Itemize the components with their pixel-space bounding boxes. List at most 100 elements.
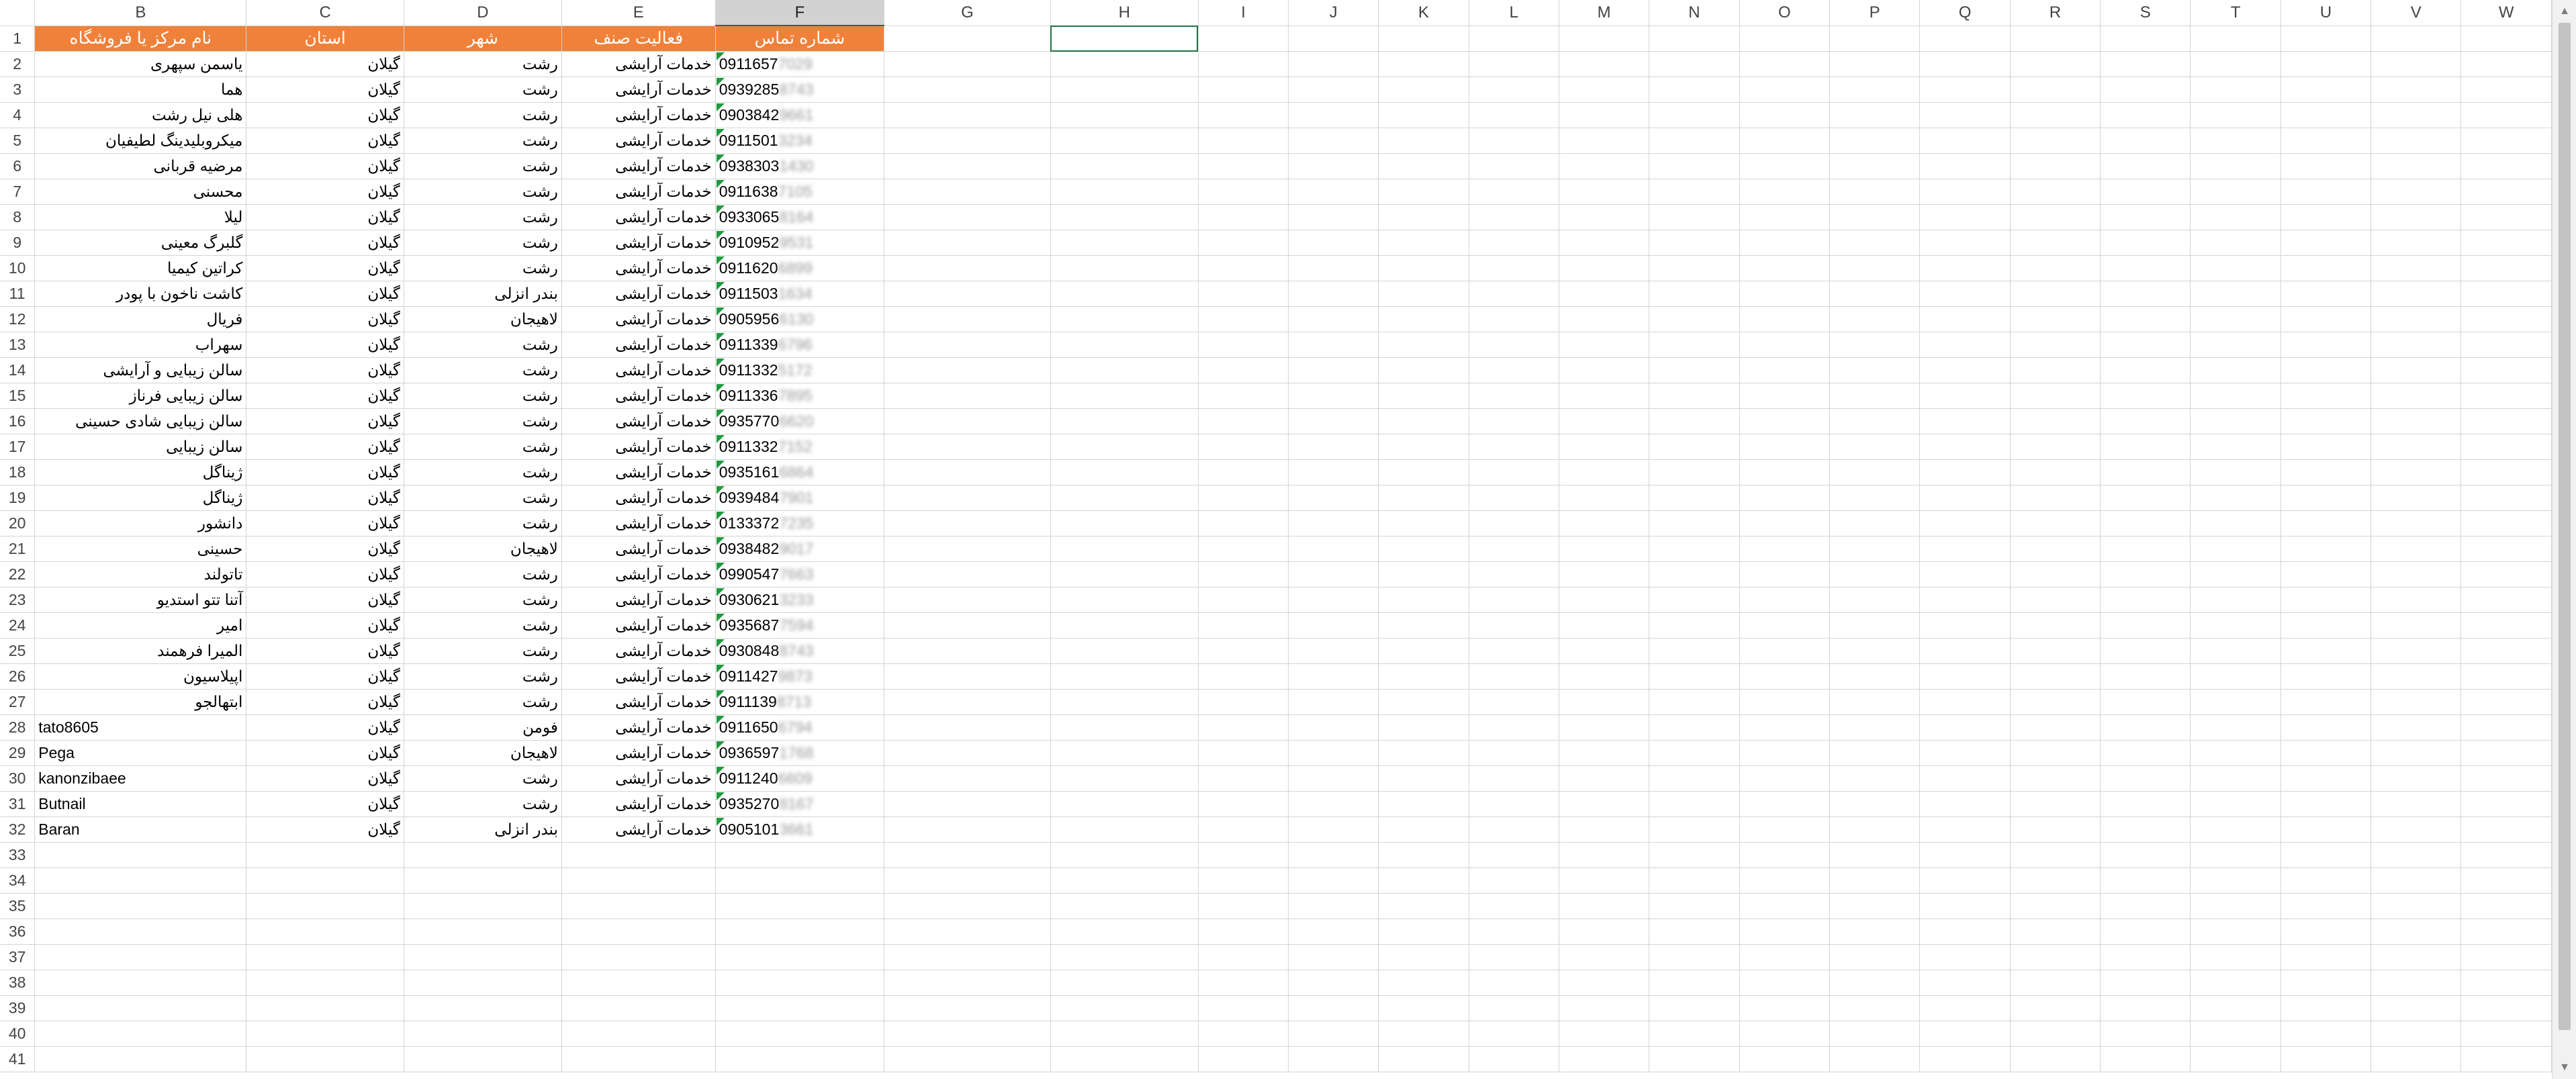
row-header[interactable]: 10 bbox=[0, 255, 36, 281]
empty-cell[interactable] bbox=[2460, 383, 2552, 409]
province-cell[interactable]: گیلان bbox=[246, 408, 404, 434]
empty-cell[interactable] bbox=[246, 1046, 404, 1072]
empty-cell[interactable] bbox=[2281, 791, 2372, 817]
empty-cell[interactable] bbox=[2190, 663, 2281, 690]
empty-cell[interactable] bbox=[2010, 179, 2101, 205]
empty-cell[interactable] bbox=[1739, 587, 1831, 613]
empty-cell[interactable] bbox=[2190, 306, 2281, 332]
empty-cell[interactable] bbox=[1288, 714, 1379, 741]
activity-cell[interactable]: خدمات آرایشی bbox=[561, 128, 716, 154]
empty-cell[interactable] bbox=[2190, 383, 2281, 409]
empty-cell[interactable] bbox=[1559, 332, 1650, 358]
city-cell[interactable]: رشت bbox=[404, 128, 562, 154]
column-header-r[interactable]: R bbox=[2010, 0, 2101, 26]
empty-cell[interactable] bbox=[1198, 842, 1289, 868]
empty-cell[interactable] bbox=[1919, 459, 2011, 485]
empty-cell[interactable] bbox=[34, 893, 247, 919]
column-header-g[interactable]: G bbox=[884, 0, 1051, 26]
empty-cell[interactable] bbox=[2100, 1021, 2191, 1047]
activity-cell[interactable]: خدمات آرایشی bbox=[561, 51, 716, 77]
empty-cell[interactable] bbox=[1378, 153, 1469, 179]
empty-cell[interactable] bbox=[2281, 179, 2372, 205]
empty-cell[interactable] bbox=[1288, 459, 1379, 485]
header-cell[interactable]: شماره تماس bbox=[715, 26, 885, 52]
name-cell[interactable]: kanonzibaee bbox=[34, 765, 247, 792]
empty-cell[interactable] bbox=[34, 919, 247, 945]
empty-cell[interactable] bbox=[1198, 408, 1289, 434]
empty-cell[interactable] bbox=[1050, 102, 1199, 128]
empty-cell[interactable] bbox=[2281, 842, 2372, 868]
empty-cell[interactable] bbox=[1559, 383, 1650, 409]
empty-cell[interactable] bbox=[2190, 128, 2281, 154]
empty-cell[interactable] bbox=[1050, 842, 1199, 868]
empty-cell[interactable] bbox=[1739, 383, 1831, 409]
empty-cell[interactable] bbox=[2190, 230, 2281, 256]
province-cell[interactable]: گیلان bbox=[246, 740, 404, 766]
empty-cell[interactable] bbox=[1198, 791, 1289, 817]
empty-cell[interactable] bbox=[2371, 714, 2462, 741]
empty-cell[interactable] bbox=[1469, 77, 1559, 103]
empty-cell[interactable] bbox=[884, 128, 1051, 154]
empty-cell[interactable] bbox=[1378, 128, 1469, 154]
empty-cell[interactable] bbox=[1829, 102, 1921, 128]
empty-cell[interactable] bbox=[1919, 51, 2011, 77]
empty-cell[interactable] bbox=[1919, 944, 2011, 970]
empty-cell[interactable] bbox=[1469, 561, 1559, 588]
activity-cell[interactable]: خدمات آرایشی bbox=[561, 714, 716, 741]
empty-cell[interactable] bbox=[2460, 842, 2552, 868]
province-cell[interactable]: گیلان bbox=[246, 128, 404, 154]
empty-cell[interactable] bbox=[2100, 536, 2191, 562]
empty-cell[interactable] bbox=[1649, 842, 1740, 868]
empty-cell[interactable] bbox=[1739, 867, 1831, 894]
empty-cell[interactable] bbox=[1469, 26, 1559, 52]
empty-cell[interactable] bbox=[2281, 561, 2372, 588]
name-cell[interactable]: ژیناگل bbox=[34, 459, 247, 485]
empty-cell[interactable] bbox=[1559, 510, 1650, 536]
empty-cell[interactable] bbox=[2460, 77, 2552, 103]
empty-cell[interactable] bbox=[2010, 791, 2101, 817]
province-cell[interactable]: گیلان bbox=[246, 689, 404, 715]
empty-cell[interactable] bbox=[1649, 536, 1740, 562]
empty-cell[interactable] bbox=[2190, 816, 2281, 843]
empty-cell[interactable] bbox=[1378, 689, 1469, 715]
empty-cell[interactable] bbox=[1198, 77, 1289, 103]
empty-cell[interactable] bbox=[2281, 357, 2372, 383]
empty-cell[interactable] bbox=[2371, 408, 2462, 434]
empty-cell[interactable] bbox=[1649, 408, 1740, 434]
column-header-b[interactable]: B bbox=[34, 0, 247, 26]
empty-cell[interactable] bbox=[404, 995, 562, 1021]
empty-cell[interactable] bbox=[1469, 663, 1559, 690]
empty-cell[interactable] bbox=[1649, 434, 1740, 460]
empty-cell[interactable] bbox=[1829, 612, 1921, 639]
empty-cell[interactable] bbox=[715, 867, 885, 894]
empty-cell[interactable] bbox=[1649, 204, 1740, 230]
empty-cell[interactable] bbox=[2100, 357, 2191, 383]
empty-cell[interactable] bbox=[1050, 689, 1199, 715]
empty-cell[interactable] bbox=[2371, 995, 2462, 1021]
row-header[interactable]: 7 bbox=[0, 179, 36, 205]
activity-cell[interactable]: خدمات آرایشی bbox=[561, 306, 716, 332]
empty-cell[interactable] bbox=[1288, 740, 1379, 766]
empty-cell[interactable] bbox=[1649, 102, 1740, 128]
empty-cell[interactable] bbox=[2010, 867, 2101, 894]
province-cell[interactable]: گیلان bbox=[246, 102, 404, 128]
empty-cell[interactable] bbox=[1649, 1046, 1740, 1072]
empty-cell[interactable] bbox=[1829, 255, 1921, 281]
empty-cell[interactable] bbox=[1919, 306, 2011, 332]
empty-cell[interactable] bbox=[1649, 153, 1740, 179]
empty-cell[interactable] bbox=[1378, 970, 1469, 996]
province-cell[interactable]: گیلان bbox=[246, 816, 404, 843]
empty-cell[interactable] bbox=[1288, 612, 1379, 639]
empty-cell[interactable] bbox=[1919, 102, 2011, 128]
empty-cell[interactable] bbox=[1198, 1021, 1289, 1047]
empty-cell[interactable] bbox=[1198, 230, 1289, 256]
name-cell[interactable]: کراتین کیمیا bbox=[34, 255, 247, 281]
empty-cell[interactable] bbox=[1378, 230, 1469, 256]
city-cell[interactable]: رشت bbox=[404, 204, 562, 230]
row-header[interactable]: 11 bbox=[0, 281, 36, 307]
empty-cell[interactable] bbox=[2010, 689, 2101, 715]
empty-cell[interactable] bbox=[884, 383, 1051, 409]
empty-cell[interactable] bbox=[1288, 510, 1379, 536]
empty-cell[interactable] bbox=[2371, 561, 2462, 588]
empty-cell[interactable] bbox=[2010, 1046, 2101, 1072]
